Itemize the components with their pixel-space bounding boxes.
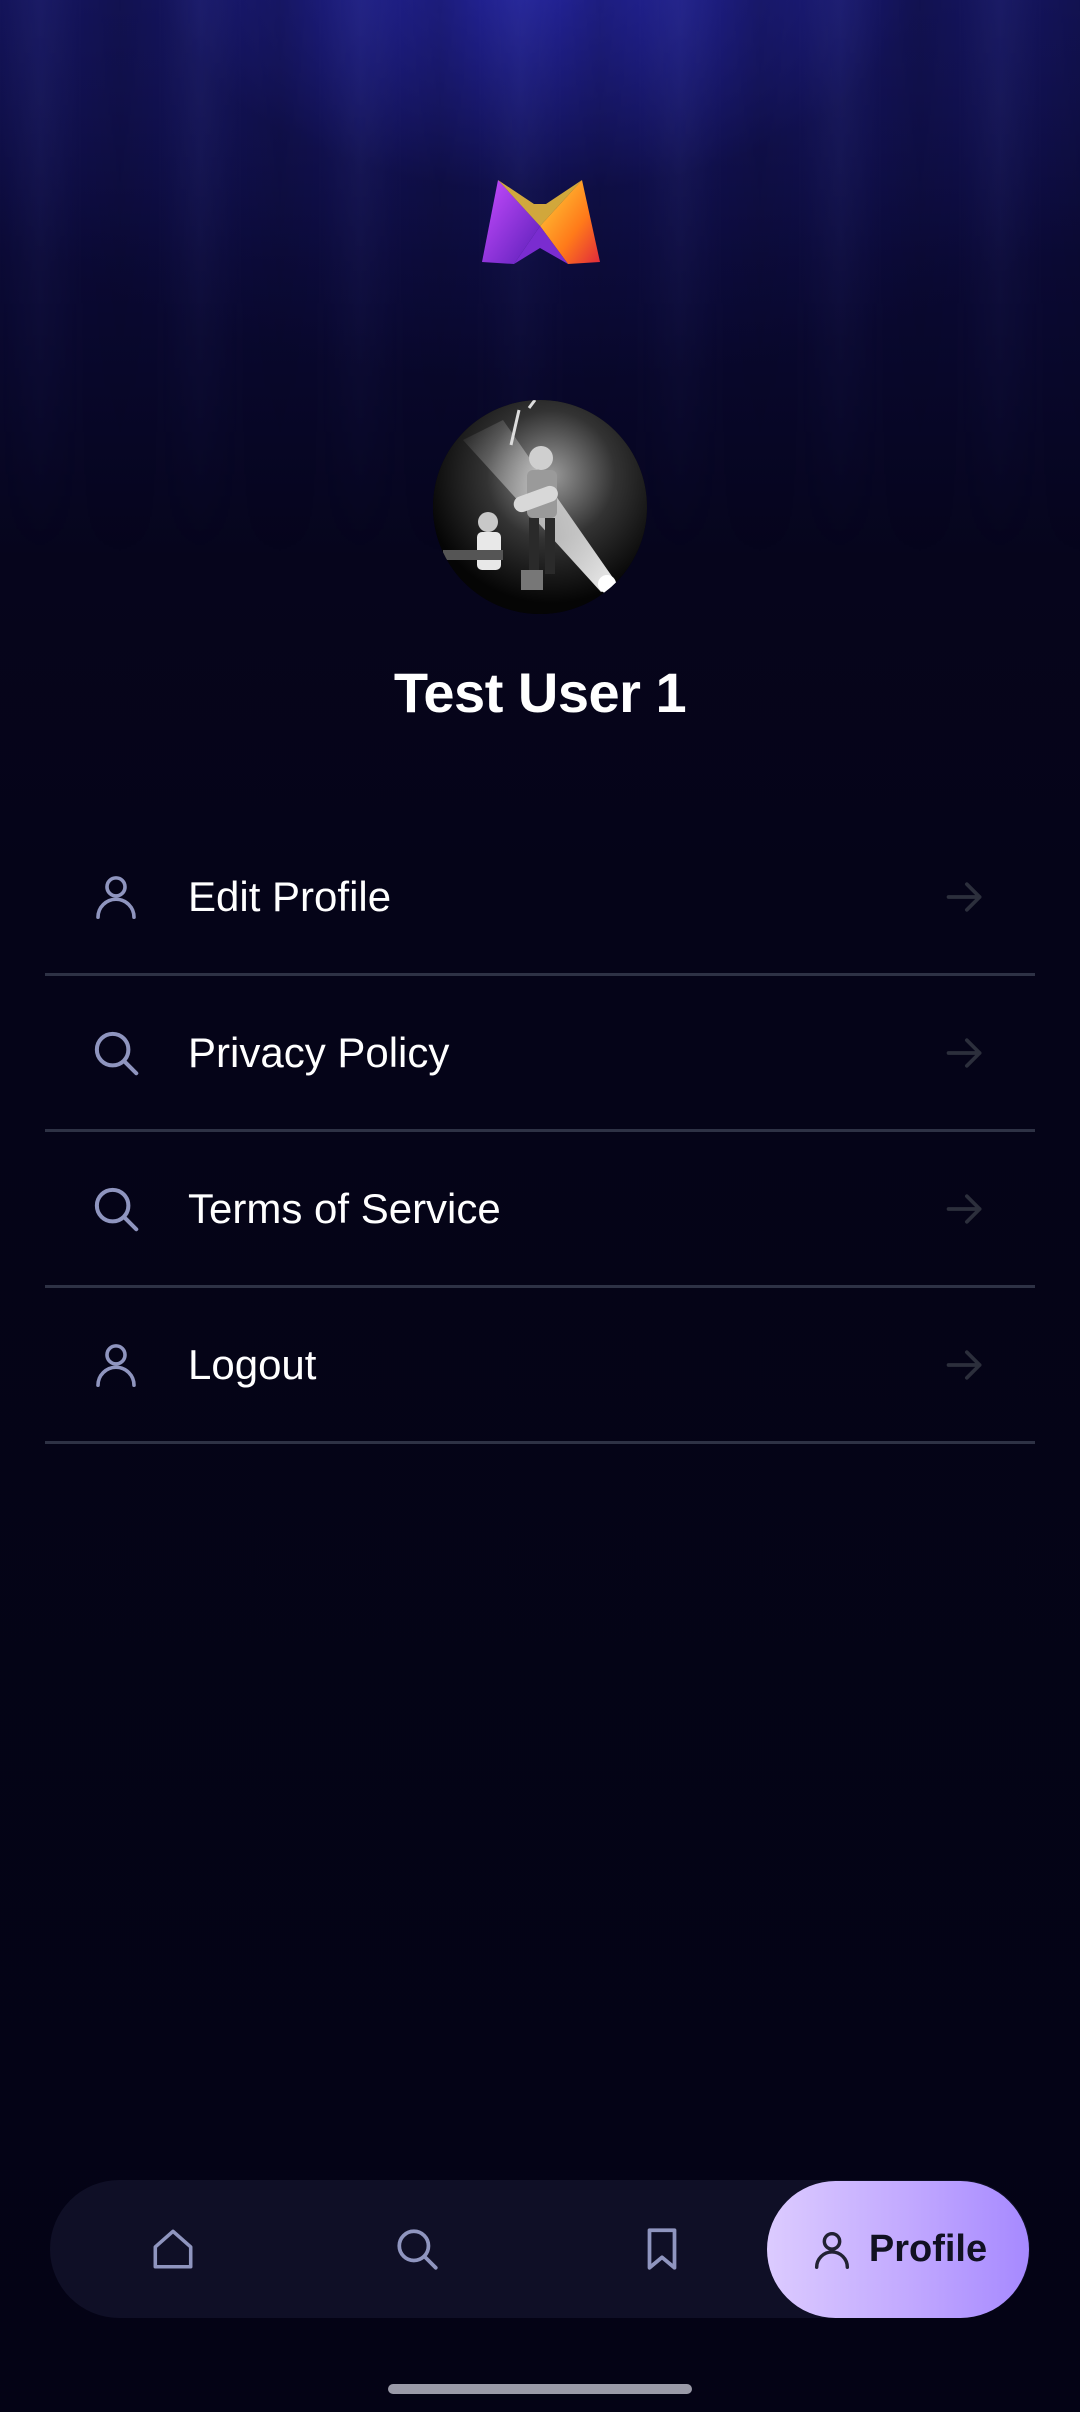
nav-home-button[interactable]: [104, 2180, 242, 2318]
menu-item-label: Terms of Service: [188, 1184, 501, 1232]
nav-search-button[interactable]: [348, 2180, 486, 2318]
arrow-right-icon: [946, 1037, 982, 1068]
arrow-right-icon: [946, 1349, 982, 1380]
bookmark-icon: [647, 2228, 677, 2270]
arrow-right-icon: [946, 881, 982, 912]
username: Test User 1: [393, 661, 687, 724]
person-icon: [96, 1343, 136, 1387]
avatar[interactable]: [433, 400, 647, 614]
arrow-right-icon: [946, 1193, 982, 1224]
menu-item-label: Logout: [188, 1340, 317, 1388]
menu-item-logout[interactable]: Logout: [45, 1288, 1035, 1444]
profile-menu: Edit Profile Privacy Policy Terms of Ser…: [45, 820, 1035, 1444]
menu-item-label: Edit Profile: [188, 872, 392, 920]
home-icon: [153, 2229, 193, 2269]
search-icon: [94, 1031, 139, 1075]
app-logo: [482, 180, 600, 264]
avatar-photo: [433, 400, 647, 614]
person-icon: [814, 2231, 849, 2269]
menu-item-terms-of-service[interactable]: Terms of Service: [45, 1132, 1035, 1288]
person-icon: [96, 875, 136, 919]
home-indicator[interactable]: [388, 2384, 692, 2394]
search-icon: [397, 2229, 438, 2270]
search-icon: [94, 1187, 139, 1231]
nav-profile-button[interactable]: Profile: [767, 2181, 1029, 2318]
menu-item-edit-profile[interactable]: Edit Profile: [45, 820, 1035, 976]
nav-profile-label: Profile: [868, 2228, 988, 2270]
nav-saved-button[interactable]: [593, 2180, 731, 2318]
menu-item-privacy-policy[interactable]: Privacy Policy: [45, 976, 1035, 1132]
menu-item-label: Privacy Policy: [188, 1028, 450, 1076]
